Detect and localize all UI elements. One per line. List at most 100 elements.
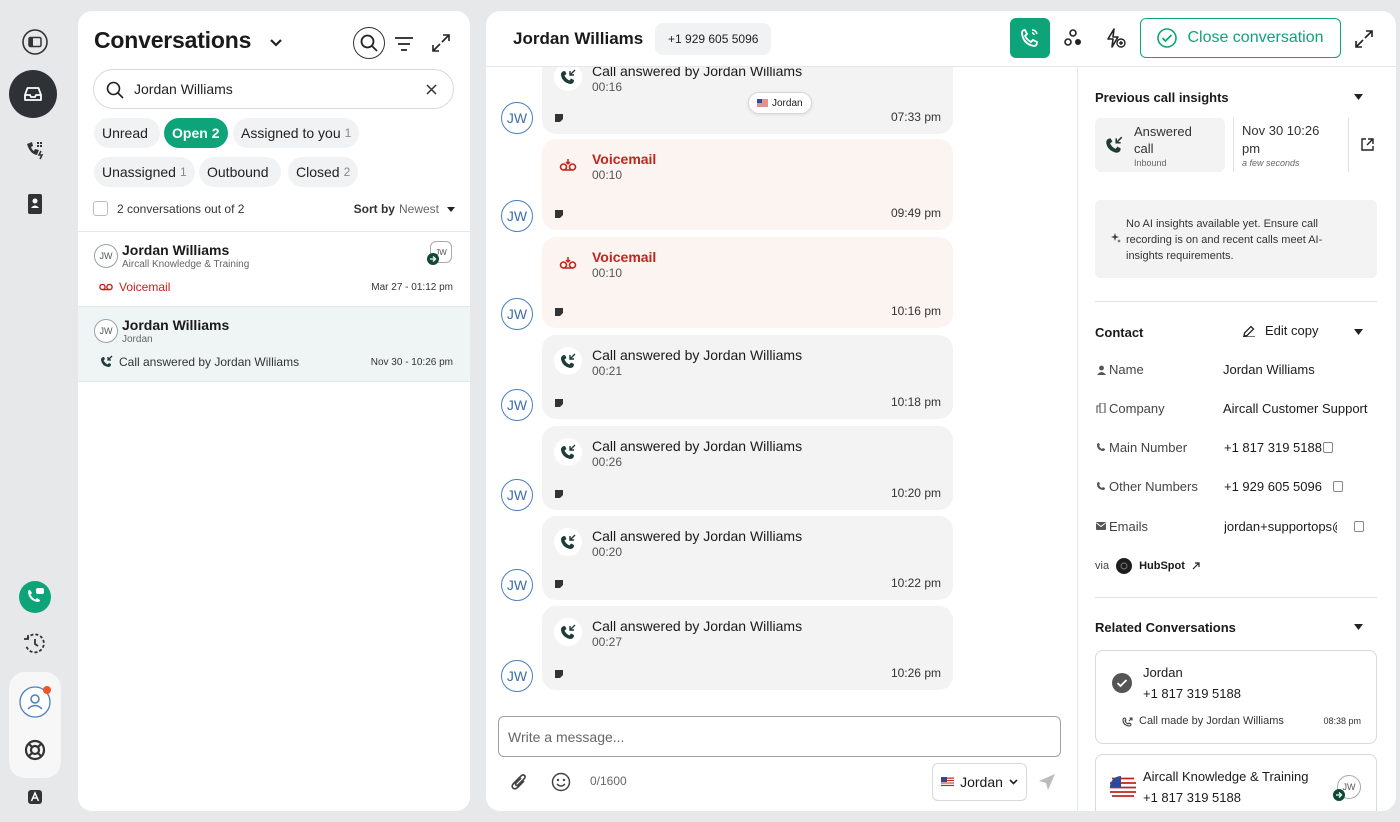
filter-chip-unassigned[interactable]: Unassigned 1 [94, 157, 195, 187]
edit-contact-button[interactable]: Edit copy [1243, 323, 1318, 338]
filter-chip-assigned[interactable]: Assigned to you 1 [233, 118, 360, 148]
conversation-detail: Jordan Williams +1 929 605 5096 Close co… [486, 11, 1396, 811]
sidebar-toggle-icon[interactable] [15, 22, 55, 62]
conversation-company: Jordan [122, 334, 153, 345]
note-icon[interactable] [554, 307, 564, 317]
sparkle-icon [1111, 233, 1121, 243]
lifebuoy-icon[interactable] [15, 730, 55, 770]
avatar: JW [501, 200, 533, 232]
source-attribution: via HubSpot [1095, 558, 1200, 574]
avatar: JW [501, 298, 533, 330]
contacts-book-icon[interactable] [15, 184, 55, 224]
message-title: Call answered by Jordan Williams [592, 438, 803, 454]
chevron-down-icon[interactable] [266, 33, 286, 53]
search-icon[interactable] [353, 27, 385, 59]
send-icon[interactable] [1036, 771, 1058, 793]
filter-chip-closed[interactable]: Closed 2 [288, 157, 359, 187]
contact-name-value[interactable]: Jordan Williams [1223, 362, 1383, 377]
avatar: JW [94, 244, 118, 268]
sort-dropdown[interactable]: Sort by Newest [354, 202, 455, 216]
search-input[interactable]: Jordan Williams [93, 69, 454, 109]
call-answered-icon [554, 67, 582, 91]
voicemail-icon [554, 249, 582, 277]
automation-icon[interactable] [1102, 25, 1128, 51]
copy-icon[interactable] [1354, 521, 1364, 532]
conversation-item[interactable]: JW Jordan Williams Jordan Call answered … [78, 307, 470, 382]
caret-down-icon[interactable] [1354, 94, 1363, 100]
copy-icon[interactable] [1323, 442, 1333, 453]
note-icon[interactable] [554, 113, 564, 123]
phone-chat-icon[interactable] [15, 577, 55, 617]
contacts-icon[interactable] [1060, 25, 1086, 51]
clear-icon[interactable] [426, 84, 437, 95]
line-selector[interactable]: Jordan [932, 763, 1027, 801]
character-count: 0/1600 [590, 774, 627, 788]
avatar: JW [501, 660, 533, 692]
contact-phone[interactable]: +1 929 605 5096 [655, 23, 772, 55]
hubspot-logo-icon [1116, 558, 1133, 574]
result-count: 2 conversations out of 2 [117, 202, 245, 216]
call-answered-icon [554, 438, 582, 466]
navigation-rail [0, 0, 70, 822]
message-input[interactable]: Write a message... [498, 716, 1061, 757]
message-time: 10:26 pm [890, 666, 941, 680]
note-icon[interactable] [554, 398, 564, 408]
user-icon[interactable] [15, 682, 55, 722]
note-icon[interactable] [554, 209, 564, 219]
call-answered-icon [554, 528, 582, 556]
filter-icon[interactable] [392, 32, 416, 56]
search-icon [106, 81, 124, 99]
other-number-value[interactable]: +1 929 605 5096 [1224, 479, 1322, 494]
mail-icon [1096, 522, 1106, 530]
us-flag-icon [757, 99, 768, 107]
message-duration: 00:10 [592, 168, 623, 182]
avatar: JW [501, 569, 533, 601]
related-conversation-card[interactable]: Jordan +1 817 319 5188 Call made by Jord… [1095, 650, 1377, 744]
user-panel [9, 672, 61, 778]
note-icon[interactable] [554, 669, 564, 679]
email-value[interactable]: jordan+supportops@aircall.io [1224, 519, 1337, 534]
filter-chip-unread[interactable]: Unread [94, 118, 160, 148]
copy-icon[interactable] [1333, 481, 1343, 492]
note-icon[interactable] [554, 489, 564, 499]
message-title: Voicemail [592, 151, 657, 167]
contact-company-value[interactable]: Aircall Customer Support [1223, 401, 1374, 416]
call-answered-icon [1106, 136, 1123, 153]
emoji-icon[interactable] [550, 771, 572, 793]
caret-down-icon[interactable] [1354, 624, 1363, 630]
attachment-icon[interactable] [508, 771, 530, 793]
external-link-icon[interactable] [1361, 138, 1374, 151]
message-thread: Call answered by Jordan Williams 00:16 0… [486, 67, 1077, 707]
check-circle-icon [1157, 28, 1178, 48]
select-all-checkbox[interactable] [93, 201, 108, 216]
expand-icon[interactable] [1352, 27, 1376, 51]
call-message: Call answered by Jordan Williams 00:27 1… [542, 606, 953, 690]
phone-icon [1021, 29, 1038, 47]
conversation-header: Jordan Williams +1 929 605 5096 Close co… [486, 11, 1396, 67]
inbox-icon[interactable] [9, 70, 57, 118]
ai-insights-card: No AI insights available yet. Ensure cal… [1095, 200, 1377, 278]
contact-title: Contact [1095, 325, 1144, 340]
note-icon[interactable] [554, 579, 564, 589]
message-time: 07:33 pm [890, 110, 941, 124]
history-icon[interactable] [15, 624, 55, 664]
conversation-item[interactable]: JW Jordan Williams Aircall Knowledge & T… [78, 232, 470, 307]
call-answered-icon [554, 347, 582, 375]
us-flag-icon [1110, 776, 1136, 798]
caret-down-icon[interactable] [1354, 329, 1363, 335]
expand-icon[interactable] [429, 31, 453, 55]
message-title: Call answered by Jordan Williams [592, 618, 803, 634]
voicemail-message: Voicemail 00:10 10:16 pm [542, 237, 953, 328]
call-button[interactable] [1010, 18, 1050, 58]
divider [1233, 118, 1234, 172]
related-conversation-card[interactable]: Aircall Knowledge & Training +1 817 319 … [1095, 754, 1377, 811]
assigned-arrow-icon [427, 253, 439, 265]
power-dialer-icon[interactable] [15, 130, 55, 170]
filter-chip-open[interactable]: Open 2 [164, 118, 228, 148]
main-number-value[interactable]: +1 817 319 5188 [1224, 440, 1322, 455]
close-conversation-button[interactable]: Close conversation [1140, 18, 1341, 58]
call-answered-icon [554, 618, 582, 646]
call-status-card: Answered call Inbound [1095, 118, 1225, 172]
divider [1095, 597, 1377, 598]
filter-chip-outbound[interactable]: Outbound [199, 157, 281, 187]
